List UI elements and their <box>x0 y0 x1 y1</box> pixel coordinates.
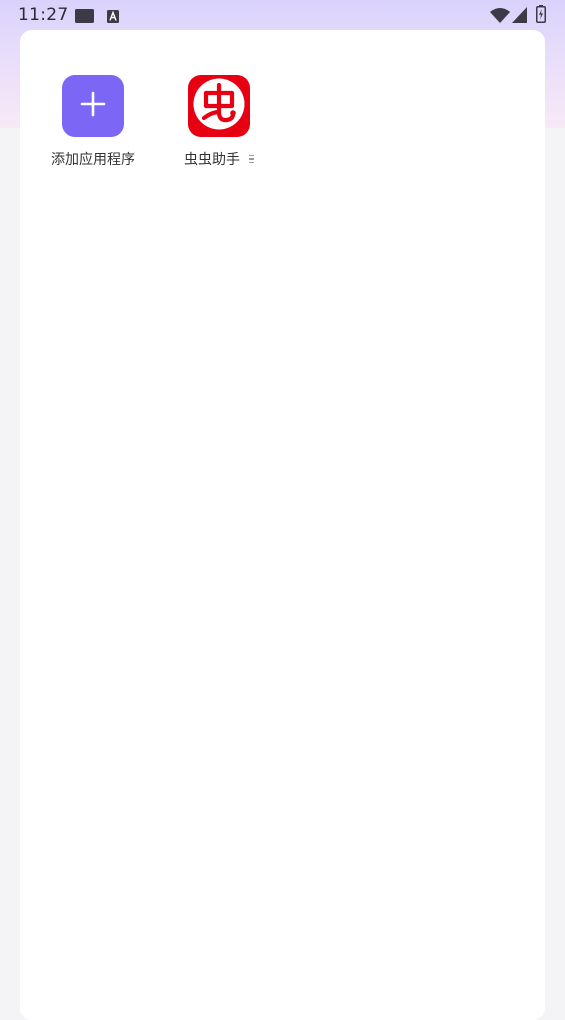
wifi-icon <box>490 7 510 27</box>
add-app-item[interactable]: 添加应用程序 <box>38 75 148 169</box>
status-time: 11:27 <box>18 5 69 25</box>
plus-icon <box>80 91 106 121</box>
add-app-label: 添加应用程序 <box>51 152 135 168</box>
status-bar: 11:27 <box>0 0 565 30</box>
card-icon <box>75 8 94 27</box>
app-list-panel: 添加应用程序 虫虫助手 <box>20 30 545 1020</box>
drag-handle-icon[interactable] <box>249 154 254 164</box>
keyboard-a-icon <box>107 8 119 27</box>
add-app-button[interactable] <box>62 75 124 137</box>
app-label-row: 虫虫助手 <box>184 149 254 169</box>
chongchong-app-icon[interactable] <box>188 75 250 137</box>
cell-signal-icon <box>512 7 527 27</box>
battery-charging-icon <box>536 5 546 27</box>
app-item-chongchong[interactable]: 虫虫助手 <box>164 75 274 169</box>
chongchong-app-label: 虫虫助手 <box>184 152 240 168</box>
chongchong-logo-icon <box>192 77 246 135</box>
